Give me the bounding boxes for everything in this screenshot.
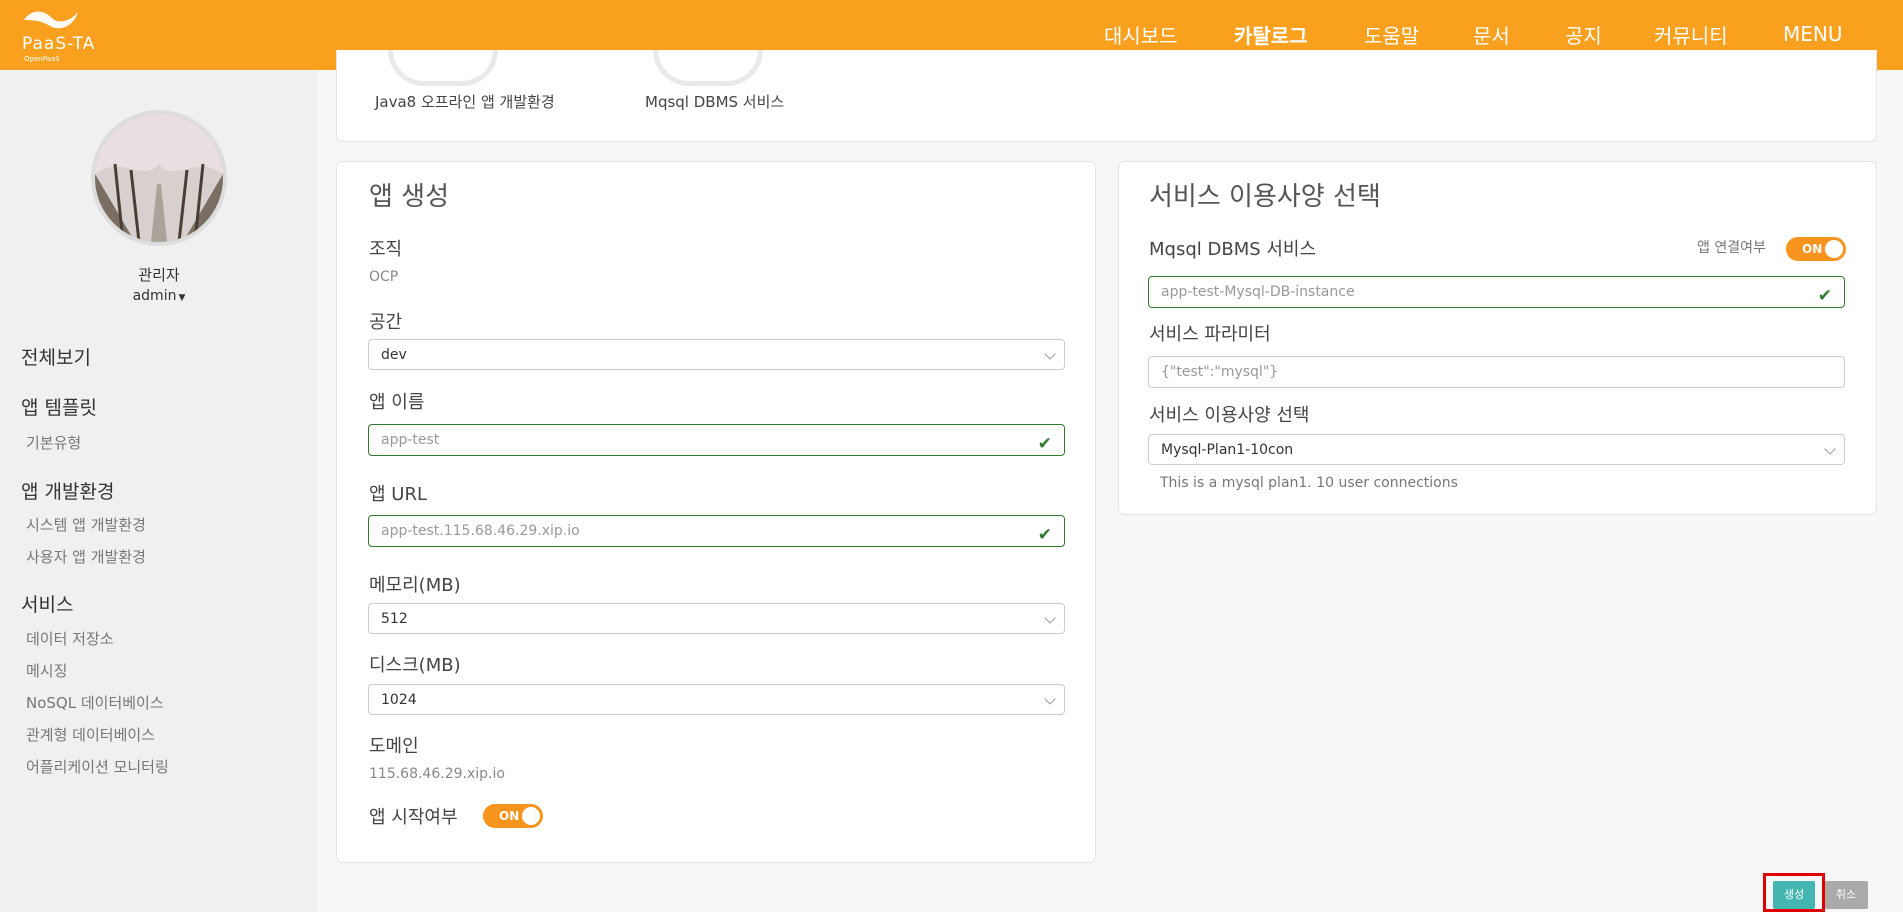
sidebar-item-messaging[interactable]: 메시징 bbox=[26, 660, 67, 681]
disk-label: 디스크(MB) bbox=[369, 655, 461, 676]
avatar[interactable] bbox=[91, 110, 227, 246]
app-name-input[interactable]: app-test ✔ bbox=[368, 424, 1065, 456]
java8-template-icon[interactable] bbox=[388, 50, 498, 86]
domain-label: 도메인 bbox=[369, 736, 419, 757]
highlight-box bbox=[1763, 873, 1825, 912]
sidebar-section-templates[interactable]: 앱 템플릿 bbox=[21, 393, 97, 420]
check-icon: ✔ bbox=[1817, 286, 1832, 306]
profile-id-dropdown[interactable]: admin ▼ bbox=[0, 288, 318, 304]
nav-dashboard[interactable]: 대시보드 bbox=[1104, 20, 1178, 49]
profile-name: 관리자 bbox=[138, 266, 180, 284]
sidebar-section-devenv[interactable]: 앱 개발환경 bbox=[21, 477, 114, 504]
disk-select-value: 1024 bbox=[381, 692, 417, 708]
app-url-value: app-test.115.68.46.29.xip.io bbox=[381, 523, 580, 539]
plan-select[interactable]: Mysql-Plan1-10con bbox=[1148, 434, 1845, 465]
org-value: OCP bbox=[369, 269, 399, 285]
caret-down-icon: ▼ bbox=[178, 293, 186, 303]
memory-select-value: 512 bbox=[381, 611, 408, 627]
sidebar-all[interactable]: 전체보기 bbox=[21, 343, 91, 370]
bind-label: 앱 연결여부 bbox=[1697, 240, 1766, 256]
chevron-down-icon bbox=[1824, 443, 1836, 455]
avatar-photo bbox=[95, 114, 223, 242]
plan-select-value: Mysql-Plan1-10con bbox=[1161, 442, 1294, 458]
app-create-panel: 앱 생성 조직 OCP 공간 dev 앱 이름 app-test ✔ 앱 URL… bbox=[336, 161, 1096, 863]
sidebar-item-monitoring[interactable]: 어플리케이션 모니터링 bbox=[26, 756, 169, 777]
app-name-value: app-test bbox=[381, 432, 440, 448]
toggle-knob bbox=[522, 807, 540, 825]
domain-value: 115.68.46.29.xip.io bbox=[369, 766, 505, 782]
space-label: 공간 bbox=[369, 312, 403, 333]
instance-name-value: app-test-Mysql-DB-instance bbox=[1161, 284, 1355, 300]
org-label: 조직 bbox=[369, 239, 403, 260]
chevron-down-icon bbox=[1044, 348, 1056, 360]
selected-templates-panel bbox=[336, 50, 1877, 142]
sidebar-item-nosql[interactable]: NoSQL 데이터베이스 bbox=[26, 692, 164, 713]
sidebar-item-rdb[interactable]: 관계형 데이터베이스 bbox=[26, 724, 155, 745]
memory-select[interactable]: 512 bbox=[368, 603, 1065, 634]
app-start-label: 앱 시작여부 bbox=[369, 807, 458, 828]
space-select-value: dev bbox=[381, 347, 407, 363]
nav-catalog[interactable]: 카탈로그 bbox=[1234, 20, 1308, 49]
chevron-down-icon bbox=[1044, 612, 1056, 624]
sidebar-item-data-storage[interactable]: 데이터 저장소 bbox=[26, 628, 114, 649]
nav-community[interactable]: 커뮤니티 bbox=[1654, 20, 1728, 49]
template-java8-label: Java8 오프라인 앱 개발환경 bbox=[375, 93, 555, 111]
param-input[interactable]: {"test":"mysql"} bbox=[1148, 356, 1845, 388]
logo-wave-icon bbox=[24, 11, 78, 29]
nav-help[interactable]: 도움말 bbox=[1364, 20, 1419, 49]
check-icon: ✔ bbox=[1037, 525, 1052, 545]
disk-select[interactable]: 1024 bbox=[368, 684, 1065, 715]
logo-text: PaaS-TA bbox=[22, 34, 96, 54]
app-url-input[interactable]: app-test.115.68.46.29.xip.io ✔ bbox=[368, 515, 1065, 547]
logo-subtext: OpenPaaS bbox=[24, 55, 60, 63]
plan-label: 서비스 이용사양 선택 bbox=[1149, 405, 1310, 426]
service-spec-title: 서비스 이용사양 선택 bbox=[1149, 182, 1381, 212]
param-value: {"test":"mysql"} bbox=[1161, 364, 1279, 380]
space-select[interactable]: dev bbox=[368, 339, 1065, 370]
profile-id: admin bbox=[132, 288, 177, 304]
bind-toggle[interactable]: ON bbox=[1786, 237, 1846, 261]
nav-docs[interactable]: 문서 bbox=[1473, 20, 1510, 49]
service-name: Mqsql DBMS 서비스 bbox=[1149, 239, 1317, 260]
cancel-button[interactable]: 취소 bbox=[1824, 881, 1868, 909]
nav-menu[interactable]: MENU bbox=[1783, 22, 1843, 46]
memory-label: 메모리(MB) bbox=[369, 575, 461, 596]
check-icon: ✔ bbox=[1037, 434, 1052, 454]
nav-notice[interactable]: 공지 bbox=[1565, 20, 1602, 49]
paas-ta-logo[interactable]: PaaS-TA OpenPaaS bbox=[20, 6, 120, 64]
service-spec-panel: 서비스 이용사양 선택 Mqsql DBMS 서비스 앱 연결여부 ON app… bbox=[1118, 161, 1877, 515]
app-url-label: 앱 URL bbox=[369, 484, 427, 505]
app-start-toggle[interactable]: ON bbox=[483, 804, 543, 828]
sidebar-section-services[interactable]: 서비스 bbox=[21, 590, 73, 617]
app-name-label: 앱 이름 bbox=[369, 392, 425, 413]
chevron-down-icon bbox=[1044, 693, 1056, 705]
sidebar: 관리자 admin ▼ 전체보기 앱 템플릿 기본유형 앱 개발환경 시스템 앱 … bbox=[0, 70, 318, 912]
bind-toggle-text: ON bbox=[1802, 242, 1823, 256]
sidebar-item-basic[interactable]: 기본유형 bbox=[26, 432, 81, 453]
template-mysql-label: Mqsql DBMS 서비스 bbox=[645, 93, 785, 111]
instance-name-input[interactable]: app-test-Mysql-DB-instance ✔ bbox=[1148, 276, 1845, 308]
sidebar-item-user-devenv[interactable]: 사용자 앱 개발환경 bbox=[26, 546, 146, 567]
param-label: 서비스 파라미터 bbox=[1149, 324, 1271, 345]
app-start-toggle-text: ON bbox=[499, 809, 520, 823]
mysql-template-icon[interactable] bbox=[653, 50, 763, 86]
toggle-knob bbox=[1825, 240, 1843, 258]
app-create-title: 앱 생성 bbox=[369, 182, 450, 212]
sidebar-item-system-devenv[interactable]: 시스템 앱 개발환경 bbox=[26, 514, 146, 535]
plan-description: This is a mysql plan1. 10 user connectio… bbox=[1160, 475, 1458, 491]
